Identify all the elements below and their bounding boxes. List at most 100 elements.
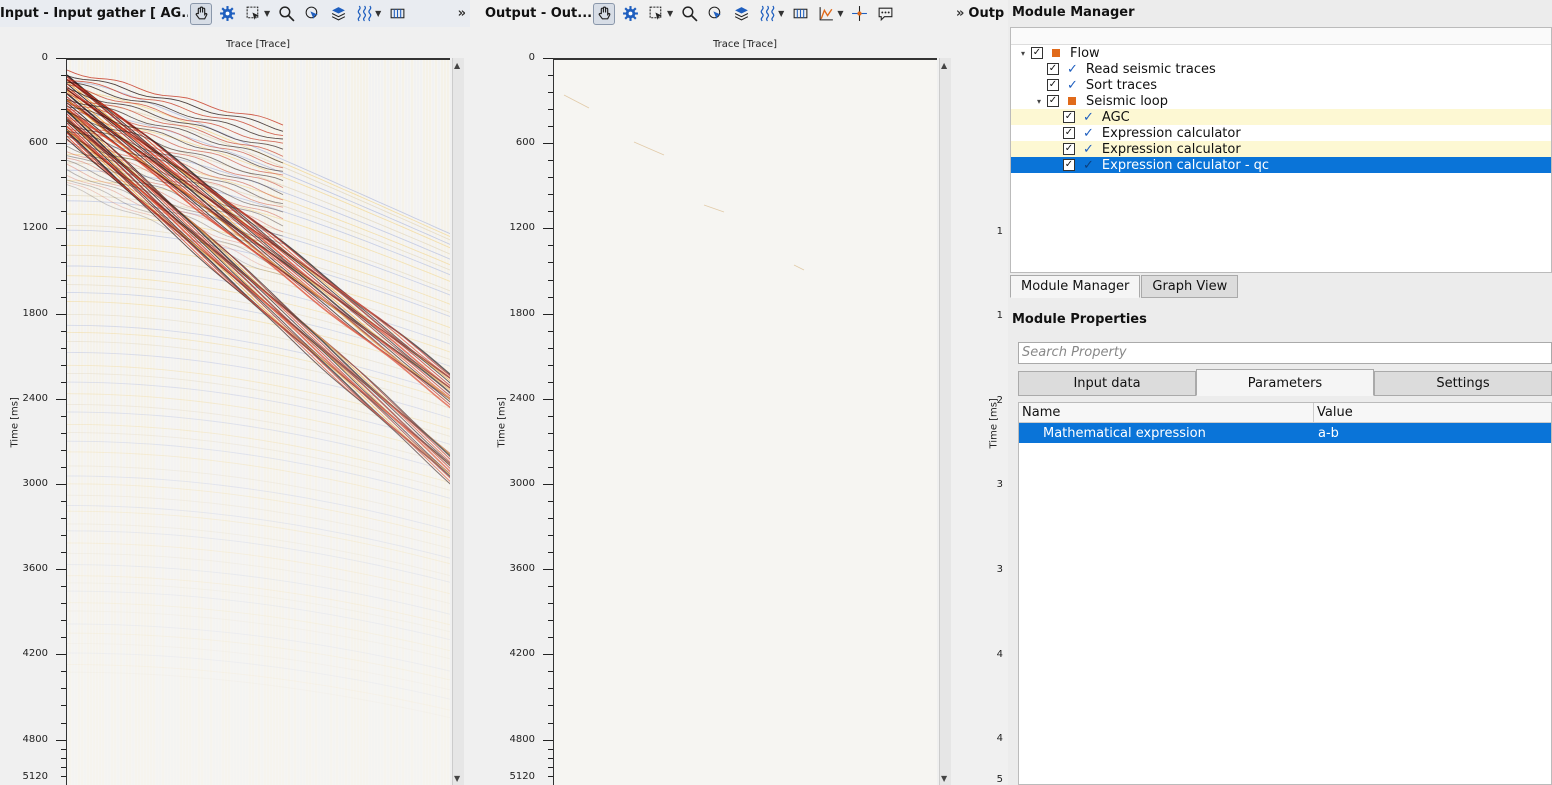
wiggle-icon[interactable]: [756, 3, 778, 25]
zoom-icon[interactable]: [678, 3, 700, 25]
tab-parameters[interactable]: Parameters: [1196, 369, 1374, 396]
layers-icon[interactable]: [327, 3, 349, 25]
layers-icon[interactable]: [730, 3, 752, 25]
header-display-icon[interactable]: [386, 3, 408, 25]
module-tree: ▾ ✓ Flow ✓ ✓ Read seismic traces ✓ ✓ Sort traces…: [1010, 27, 1552, 273]
pick-icon[interactable]: [301, 3, 323, 25]
comment-icon[interactable]: [874, 3, 896, 25]
tree-item[interactable]: ✓ ✓ Expression calculator: [1011, 141, 1551, 157]
y-tick-mark: [56, 739, 66, 741]
y-tick-label: 1200: [509, 222, 535, 234]
y-tick-label: 3000: [22, 477, 48, 489]
scroll-down-arrow-icon[interactable]: ▼: [454, 774, 460, 783]
scroll-up-arrow-icon[interactable]: ▲: [941, 61, 947, 70]
tree-item[interactable]: ✓ ✓ Sort traces: [1011, 77, 1551, 93]
output-vertical-scrollbar[interactable]: ▲ ▼: [939, 58, 951, 785]
input-seismic-image[interactable]: [66, 58, 450, 785]
enable-checkbox[interactable]: ✓: [1047, 79, 1059, 91]
y-tick-mark: [56, 58, 66, 59]
y-tick-mark: [543, 739, 553, 741]
select-region-icon[interactable]: [242, 3, 264, 25]
y-tick-mark: [543, 483, 553, 485]
tree-item-label: Read seismic traces: [1085, 61, 1216, 77]
tree-item[interactable]: ✓ ✓ AGC: [1011, 109, 1551, 125]
select-region-icon[interactable]: [645, 3, 667, 25]
y-tick-mark: [543, 143, 553, 145]
tab-input-data[interactable]: Input data: [1018, 371, 1196, 396]
enable-checkbox[interactable]: ✓: [1063, 159, 1075, 171]
properties-table: Name Value Mathematical expression a-b: [1018, 402, 1552, 785]
y-tick-mark: [543, 313, 553, 315]
enable-checkbox[interactable]: ✓: [1063, 127, 1075, 139]
spectrum-dropdown-icon[interactable]: ▼: [837, 9, 843, 18]
wiggle-dropdown-icon[interactable]: ▼: [375, 9, 381, 18]
tree-item-label: Expression calculator: [1101, 125, 1241, 141]
search-property-input[interactable]: Search Property: [1018, 342, 1552, 364]
third-y-tick-label: 1: [996, 310, 1003, 321]
input-toolbar-overflow[interactable]: »: [458, 6, 466, 21]
crosshair-icon[interactable]: [848, 3, 870, 25]
input-vertical-scrollbar[interactable]: ▲ ▼: [452, 58, 464, 785]
enable-checkbox[interactable]: ✓: [1047, 63, 1059, 75]
input-y-axis-title: Time [ms]: [9, 397, 21, 448]
pan-hand-icon[interactable]: [593, 2, 615, 25]
gear-icon[interactable]: [216, 3, 238, 25]
y-tick-label: 4200: [509, 648, 535, 660]
y-tick-label: 1800: [22, 307, 48, 319]
tree-item[interactable]: ✓ ✓ Expression calculator - qc: [1011, 157, 1551, 173]
gear-icon[interactable]: [619, 3, 641, 25]
expand-arrow-icon[interactable]: ▾: [1033, 97, 1045, 106]
output-toolbar-overflow[interactable]: »: [956, 6, 964, 21]
enable-checkbox[interactable]: ✓: [1063, 111, 1075, 123]
output-seismic-image[interactable]: [553, 58, 937, 785]
enable-checkbox[interactable]: ✓: [1063, 143, 1075, 155]
third-y-tick-label: 2: [996, 395, 1003, 406]
y-tick-mark: [56, 483, 66, 485]
header-display-icon[interactable]: [789, 3, 811, 25]
tree-item-label: Sort traces: [1085, 77, 1158, 93]
enable-checkbox[interactable]: ✓: [1047, 95, 1059, 107]
third-y-tick-label: 3: [996, 479, 1003, 490]
tab-graph-view[interactable]: Graph View: [1141, 275, 1239, 298]
third-y-tick-label: 5: [996, 774, 1003, 785]
y-tick-label: 4800: [22, 733, 48, 745]
tab-settings[interactable]: Settings: [1374, 371, 1552, 396]
flow-square-icon: [1068, 97, 1076, 105]
select-dropdown-icon[interactable]: ▼: [667, 9, 673, 18]
input-seismic-svg: [67, 60, 450, 785]
enable-checkbox[interactable]: ✓: [1031, 47, 1043, 59]
scroll-down-arrow-icon[interactable]: ▼: [941, 774, 947, 783]
expand-arrow-icon[interactable]: ▾: [1017, 49, 1029, 58]
select-dropdown-icon[interactable]: ▼: [264, 9, 270, 18]
y-tick-label: 1200: [22, 222, 48, 234]
property-row[interactable]: Mathematical expression a-b: [1019, 423, 1551, 443]
y-tick-label: 4200: [22, 648, 48, 660]
column-value[interactable]: Value: [1314, 403, 1356, 422]
tree-item[interactable]: ▾ ✓ Flow: [1011, 45, 1551, 61]
input-toolbar: Input - Input gather [ AG... ▼ ▼ »: [0, 0, 470, 27]
tree-item-label: Expression calculator: [1101, 141, 1241, 157]
pan-hand-icon[interactable]: [190, 2, 212, 25]
tree-item-label: Flow: [1070, 45, 1100, 61]
wiggle-icon[interactable]: [353, 3, 375, 25]
tree-item[interactable]: ▾ ✓ Seismic loop: [1011, 93, 1551, 109]
spectrum-icon[interactable]: [815, 3, 837, 25]
input-x-axis-title: Trace [Trace]: [225, 39, 291, 50]
property-value[interactable]: a-b: [1314, 426, 1339, 441]
wiggle-dropdown-icon[interactable]: ▼: [778, 9, 784, 18]
third-y-axis-title: Time [ms]: [988, 398, 1000, 449]
module-check-icon: ✓: [1067, 77, 1078, 93]
tree-item[interactable]: ✓ ✓ Expression calculator: [1011, 125, 1551, 141]
y-tick-label: 5120: [509, 771, 535, 782]
pick-icon[interactable]: [704, 3, 726, 25]
output-x-axis-title: Trace [Trace]: [712, 39, 778, 50]
column-name[interactable]: Name: [1019, 403, 1314, 422]
y-tick-mark: [543, 228, 553, 230]
tree-item[interactable]: ✓ ✓ Read seismic traces: [1011, 61, 1551, 77]
third-y-tick-label: 4: [996, 733, 1003, 744]
scroll-up-arrow-icon[interactable]: ▲: [454, 61, 460, 70]
tab-module-manager[interactable]: Module Manager: [1010, 275, 1141, 298]
zoom-icon[interactable]: [275, 3, 297, 25]
module-check-icon: ✓: [1083, 157, 1094, 173]
y-tick-label: 0: [528, 52, 535, 63]
